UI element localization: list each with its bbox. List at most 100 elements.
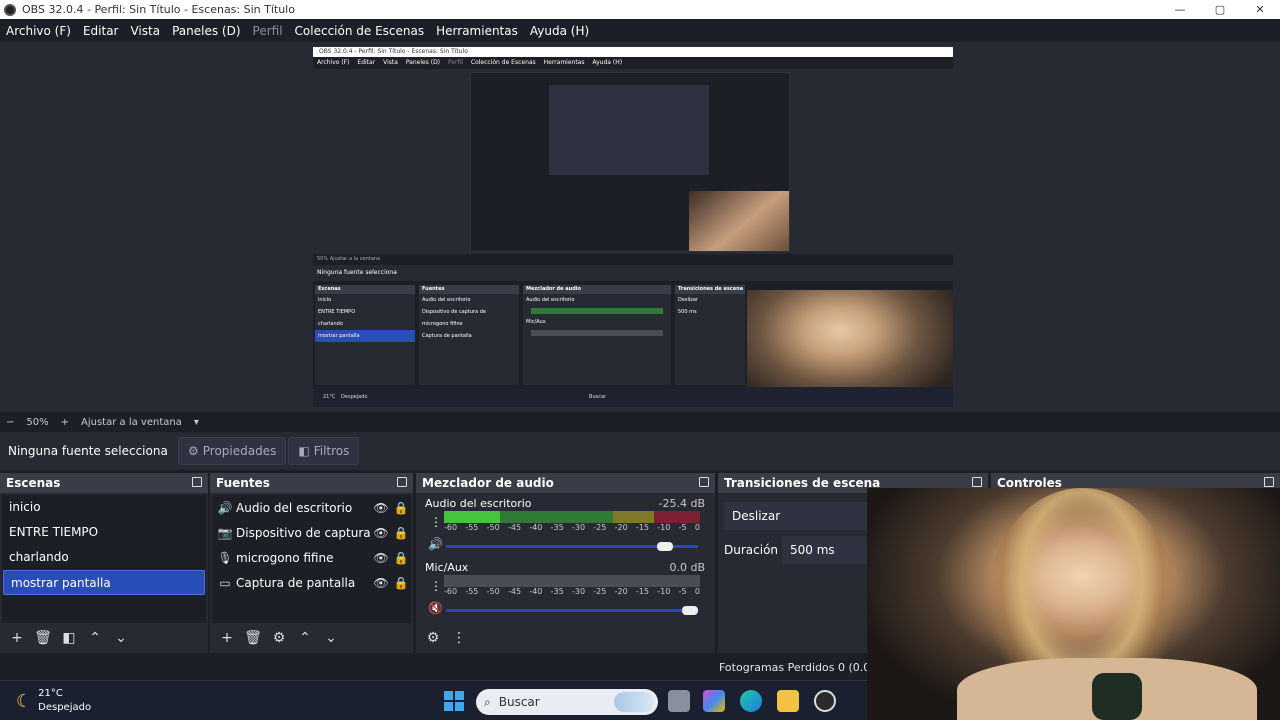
eye-icon[interactable]: 👁 [371,576,391,590]
webcam-microphone [1092,673,1142,720]
undock-icon[interactable] [972,477,982,487]
arrow-down-icon[interactable]: ⌄ [110,627,132,649]
scene-item-charlando[interactable]: charlando [2,545,206,570]
properties-button[interactable]: ⚙ Propiedades [178,437,287,465]
eye-icon[interactable]: 👁 [371,551,391,565]
audio-mixer-dock: Mezclador de audio Audio del escritorio … [416,473,715,653]
mixer-track-desktop-audio: Audio del escritorio -25.4 dB ⋮ -60 -55 -5… [418,495,713,559]
edge-browser-icon[interactable] [740,690,762,712]
capture-source-item: Dispositivo de captura de [422,309,486,315]
dropped-frames-label: Fotogramas Perdidos 0 (0.0%) [719,661,885,674]
nested-screen-thumbnail [549,85,709,175]
scenes-toolbar: + 🗑 ◧ ⌃ ⌄ [0,623,208,653]
capture-menu-item: Archivo (F) [317,59,350,66]
filter-icon: ◧ [298,444,310,458]
arrow-up-icon[interactable]: ⌃ [84,627,106,649]
menu-coleccion-escenas[interactable]: Colección de Escenas [289,24,431,38]
more-options-icon[interactable]: ⋮ [430,515,442,529]
lock-icon[interactable]: 🔒 [391,526,411,540]
mixer-dock-header: Mezclador de audio [416,473,715,493]
obs-taskbar-icon[interactable] [814,690,836,712]
eye-icon[interactable]: 👁 [371,501,391,515]
menu-ayuda[interactable]: Ayuda (H) [524,24,595,38]
capture-scene-item: inicio [318,297,332,303]
properties-label: Propiedades [202,444,277,458]
undock-icon[interactable] [699,477,709,487]
preview-canvas[interactable]: OBS 32.0.4 - Perfil: Sin Título - Escena… [313,47,953,407]
more-options-icon[interactable]: ⋮ [448,627,470,649]
fit-to-window-label[interactable]: Ajustar a la ventana [75,417,188,428]
moon-icon: ☾ [16,690,33,712]
volume-slider-knob[interactable] [656,542,673,551]
sources-list: 🔊 Audio del escritorio 👁 🔒 📷 Dispositivo… [212,495,411,623]
camera-icon: 📷 [217,525,233,540]
arrow-down-icon[interactable]: ⌄ [320,627,342,649]
close-button[interactable]: ✕ [1240,0,1280,19]
capture-track-name: Mic/Aux [526,319,546,325]
capture-menu-item: Perfil [447,59,463,66]
weather-condition: Despejado [38,702,92,713]
maximize-button[interactable]: ▢ [1200,0,1240,19]
capture-scene-item: mostrar pantalla [315,330,415,342]
menu-archivo[interactable]: Archivo (F) [0,24,77,38]
meter-scale: -60 -55 -50 -45 -40 -35 -30 -25 -20 -15 -10 -5 0 [444,587,700,596]
zoom-level: 50% [26,416,49,428]
more-options-icon[interactable]: ⋮ [430,579,442,593]
volume-slider-knob[interactable] [682,606,698,615]
zoom-dropdown-icon[interactable]: ▾ [188,417,205,428]
sources-dock-title: Fuentes [216,476,270,490]
speaker-icon[interactable]: 🔊 [428,537,443,551]
eye-icon[interactable]: 👁 [371,526,391,540]
scene-item-mostrar-pantalla[interactable]: mostrar pantalla [3,570,205,595]
source-item[interactable]: 🔊 Audio del escritorio 👁 🔒 [212,495,411,520]
volume-slider[interactable] [446,606,698,615]
zoom-out-button[interactable]: − [0,417,20,428]
undock-icon[interactable] [192,477,202,487]
menu-vista[interactable]: Vista [124,24,166,38]
volume-slider[interactable] [446,542,698,551]
scenes-dock: Escenas inicio ENTRE TIEMPO charlando mo… [0,473,208,653]
source-item[interactable]: 📷 Dispositivo de captura de 👁 🔒 [212,520,411,545]
minimize-button[interactable]: — [1160,0,1200,19]
arrow-up-icon[interactable]: ⌃ [294,627,316,649]
scene-item-entre-tiempo[interactable]: ENTRE TIEMPO [2,520,206,545]
preview-area[interactable]: OBS 32.0.4 - Perfil: Sin Título - Escena… [0,42,1280,412]
add-icon[interactable]: + [6,627,28,649]
weather-widget[interactable]: ☾ 21°C Despejado [16,687,91,715]
trash-icon[interactable]: 🗑 [242,627,264,649]
nested-webcam-thumbnail [689,191,789,251]
source-toolbar: Ninguna fuente selecciona ⚙ Propiedades … [0,432,1280,470]
copilot-icon[interactable] [703,690,725,712]
scene-item-inicio[interactable]: inicio [2,495,206,520]
menu-paneles[interactable]: Paneles (D) [166,24,246,38]
undock-icon[interactable] [397,477,407,487]
capture-source-item: Audio del escritorio [422,297,471,303]
lock-icon[interactable]: 🔒 [391,551,411,565]
no-source-selected-label: Ninguna fuente selecciona [8,444,168,458]
muted-speaker-icon[interactable]: 🔇 [428,601,443,615]
menu-editar[interactable]: Editar [77,24,125,38]
windows-start-icon[interactable] [444,691,464,711]
trash-icon[interactable]: 🗑 [32,627,54,649]
source-item[interactable]: ▭ Captura de pantalla 👁 🔒 [212,570,411,595]
capture-source-item: microgono fifine [422,321,463,327]
source-item[interactable]: 🎙 microgono fifine 👁 🔒 [212,545,411,570]
mixer-track-mic-aux: Mic/Aux 0.0 dB ⋮ -60 -55 -50 -45 -40 -35 -30 -2… [418,559,713,623]
capture-menu-bar: Archivo (F) Editar Vista Paneles (D) Per… [313,57,953,69]
gear-icon[interactable]: ⚙ [268,627,290,649]
task-view-icon[interactable] [668,690,690,712]
file-explorer-icon[interactable] [777,690,799,712]
zoom-in-button[interactable]: + [55,417,75,428]
lock-icon[interactable]: 🔒 [391,501,411,515]
filters-button[interactable]: ◧ Filtros [288,437,360,465]
add-icon[interactable]: + [216,627,238,649]
menu-perfil[interactable]: Perfil [247,24,289,38]
advanced-audio-gear-icon[interactable]: ⚙ [422,627,444,649]
menu-herramientas[interactable]: Herramientas [430,24,524,38]
track-db: -25.4 dB [658,497,706,510]
filter-icon[interactable]: ◧ [58,627,80,649]
undock-icon[interactable] [1264,477,1274,487]
lock-icon[interactable]: 🔒 [391,576,411,590]
taskbar-search[interactable]: ⌕ Buscar [476,689,658,715]
microphone-icon: 🎙 [217,550,233,565]
